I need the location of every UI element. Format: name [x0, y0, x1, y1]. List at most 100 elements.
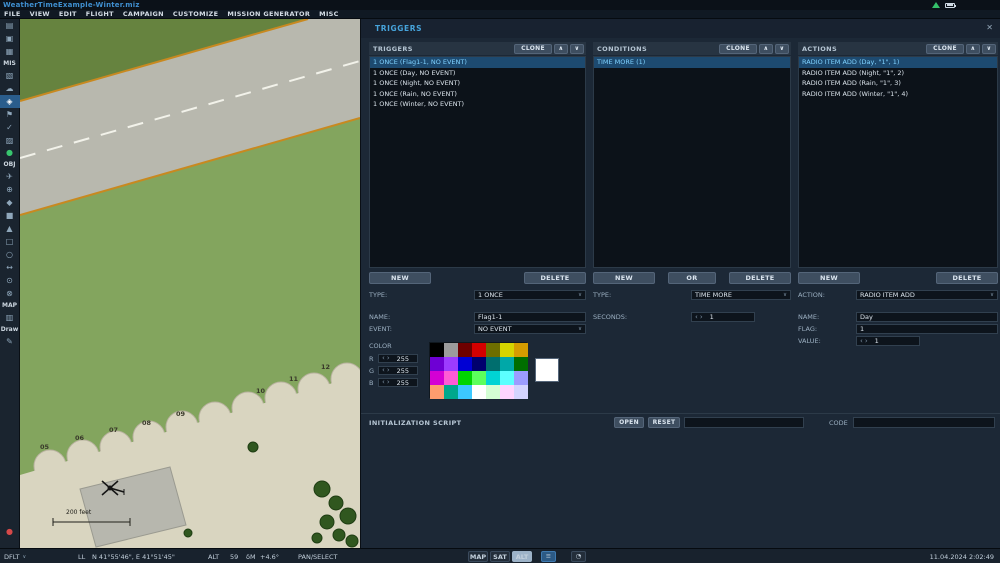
palette-color-cell[interactable]: [430, 343, 444, 357]
menu-item[interactable]: FLIGHT: [86, 10, 114, 18]
action-list-item[interactable]: RADIO ITEM ADD (Rain, "1", 3): [799, 78, 997, 89]
ship-icon[interactable]: ◆: [0, 196, 20, 209]
new-action-button[interactable]: NEW: [798, 272, 860, 284]
new-trigger-button[interactable]: NEW: [369, 272, 431, 284]
palette-color-cell[interactable]: [472, 357, 486, 371]
palette-color-cell[interactable]: [486, 343, 500, 357]
palette-color-cell[interactable]: [444, 371, 458, 385]
menu-item[interactable]: CAMPAIGN: [123, 10, 164, 18]
palette-color-cell[interactable]: [486, 385, 500, 399]
blue-stepper[interactable]: ‹ › 255: [378, 378, 418, 387]
trigger-zone-icon[interactable]: ○: [0, 248, 20, 261]
new-condition-button[interactable]: NEW: [593, 272, 655, 284]
decrement-icon[interactable]: ‹: [382, 379, 385, 386]
palette-color-cell[interactable]: [500, 385, 514, 399]
palette-color-cell[interactable]: [458, 371, 472, 385]
palette-color-cell[interactable]: [430, 385, 444, 399]
menu-item[interactable]: CUSTOMIZE: [173, 10, 218, 18]
clock-icon[interactable]: ◔: [571, 551, 586, 562]
palette-color-cell[interactable]: [500, 371, 514, 385]
alt-layer-button[interactable]: ALT: [512, 551, 532, 562]
move-condition-down-button[interactable]: ∨: [775, 43, 789, 54]
palette-color-cell[interactable]: [430, 371, 444, 385]
action-name-input[interactable]: [856, 312, 998, 322]
action-list-item[interactable]: RADIO ITEM ADD (Winter, "1", 4): [799, 89, 997, 100]
increment-icon[interactable]: ›: [387, 379, 390, 386]
sat-layer-button[interactable]: SAT: [490, 551, 510, 562]
goals-icon[interactable]: ⚑: [0, 108, 20, 121]
move-trigger-up-button[interactable]: ∧: [554, 43, 568, 54]
palette-color-cell[interactable]: [500, 357, 514, 371]
decrement-icon[interactable]: ‹: [382, 367, 385, 374]
trigger-type-dropdown[interactable]: 1 ONCE ∨: [474, 290, 586, 300]
open-script-button[interactable]: OPEN: [614, 417, 644, 428]
increment-icon[interactable]: ›: [387, 367, 390, 374]
red-stepper[interactable]: ‹ › 255: [378, 354, 418, 363]
helicopter-group-icon[interactable]: ⊕: [0, 183, 20, 196]
palette-color-cell[interactable]: [430, 357, 444, 371]
move-action-down-button[interactable]: ∨: [982, 43, 996, 54]
action-flag-input[interactable]: [856, 324, 998, 334]
palette-color-cell[interactable]: [500, 343, 514, 357]
aircraft-icon[interactable]: ✈: [0, 170, 20, 183]
decrement-icon[interactable]: ‹: [695, 313, 698, 321]
trigger-list-item[interactable]: 1 ONCE (Flag1-1, NO EVENT): [370, 57, 585, 68]
menu-item[interactable]: MISSION GENERATOR: [227, 10, 310, 18]
clone-condition-button[interactable]: CLONE: [719, 43, 757, 54]
trigger-name-input[interactable]: [474, 312, 586, 322]
move-trigger-down-button[interactable]: ∨: [570, 43, 584, 54]
menu-item[interactable]: MISC: [319, 10, 339, 18]
green-stepper[interactable]: ‹ › 255: [378, 366, 418, 375]
map-layer-button[interactable]: MAP: [468, 551, 488, 562]
clone-action-button[interactable]: CLONE: [926, 43, 964, 54]
init-script-input[interactable]: [684, 417, 804, 428]
palette-color-cell[interactable]: [472, 343, 486, 357]
seconds-stepper[interactable]: ‹ › 1: [691, 312, 755, 322]
trigger-list-item[interactable]: 1 ONCE (Rain, NO EVENT): [370, 89, 585, 100]
weather-icon[interactable]: ☁: [0, 82, 20, 95]
code-input[interactable]: [853, 417, 995, 428]
move-condition-up-button[interactable]: ∧: [759, 43, 773, 54]
palette-color-cell[interactable]: [458, 343, 472, 357]
decrement-icon[interactable]: ‹: [382, 355, 385, 362]
open-mission-icon[interactable]: ▣: [0, 32, 20, 45]
draw-tool-icon[interactable]: ✎: [0, 335, 20, 348]
map-view[interactable]: 05 06 07 08 09 10 11 12 200 feet: [20, 19, 360, 548]
reset-script-button[interactable]: RESET: [648, 417, 680, 428]
move-action-up-button[interactable]: ∧: [966, 43, 980, 54]
decrement-icon[interactable]: ‹: [860, 337, 863, 345]
palette-color-cell[interactable]: [458, 385, 472, 399]
action-value-stepper[interactable]: ‹ › 1: [856, 336, 920, 346]
resources-icon[interactable]: ▨: [0, 134, 20, 147]
static-object-icon[interactable]: ▲: [0, 222, 20, 235]
save-mission-icon[interactable]: ▦: [0, 45, 20, 58]
triggers-icon[interactable]: ◈: [0, 95, 20, 108]
palette-color-cell[interactable]: [514, 385, 528, 399]
palette-color-cell[interactable]: [514, 357, 528, 371]
delete-condition-button[interactable]: DELETE: [729, 272, 791, 284]
layer-dropdown[interactable]: DFLT ∨: [4, 553, 26, 561]
erase-icon[interactable]: ⊗: [0, 287, 20, 300]
close-icon[interactable]: ✕: [986, 23, 993, 32]
grid-toggle-icon[interactable]: ≡: [541, 551, 556, 562]
increment-icon[interactable]: ›: [865, 337, 868, 345]
clone-trigger-button[interactable]: CLONE: [514, 43, 552, 54]
palette-color-cell[interactable]: [458, 357, 472, 371]
trigger-list-item[interactable]: 1 ONCE (Day, NO EVENT): [370, 68, 585, 79]
delete-action-button[interactable]: DELETE: [936, 272, 998, 284]
template-icon[interactable]: □: [0, 235, 20, 248]
briefing-icon[interactable]: ▧: [0, 69, 20, 82]
menu-item[interactable]: FILE: [4, 10, 21, 18]
palette-color-cell[interactable]: [444, 343, 458, 357]
palette-color-cell[interactable]: [472, 385, 486, 399]
palette-color-cell[interactable]: [444, 385, 458, 399]
delete-trigger-button[interactable]: DELETE: [524, 272, 586, 284]
trigger-list-item[interactable]: 1 ONCE (Night, NO EVENT): [370, 78, 585, 89]
palette-color-cell[interactable]: [486, 357, 500, 371]
palette-color-cell[interactable]: [486, 371, 500, 385]
trigger-list-item[interactable]: 1 ONCE (Winter, NO EVENT): [370, 99, 585, 110]
action-list-item[interactable]: RADIO ITEM ADD (Day, "1", 1): [799, 57, 997, 68]
waypoint-icon[interactable]: ⊙: [0, 274, 20, 287]
action-list-item[interactable]: RADIO ITEM ADD (Night, "1", 2): [799, 68, 997, 79]
map-options-icon[interactable]: ▥: [0, 311, 20, 324]
